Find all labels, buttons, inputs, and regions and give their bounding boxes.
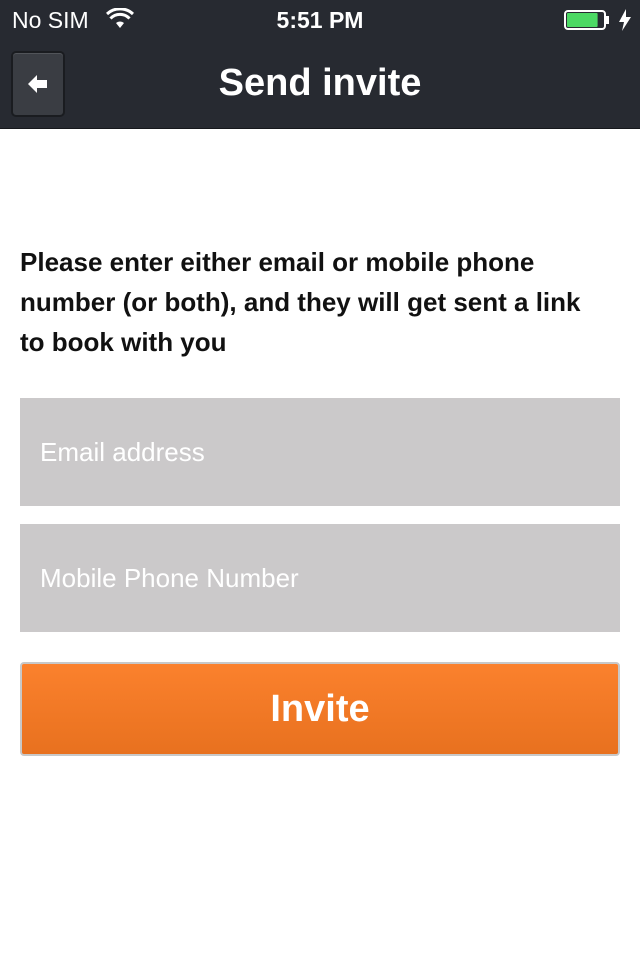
mobile-phone-field[interactable] — [20, 524, 620, 632]
email-field[interactable] — [20, 398, 620, 506]
status-bar: No SIM 5:51 PM — [0, 0, 640, 40]
page-title: Send invite — [218, 62, 422, 104]
top-bar: No SIM 5:51 PM Send invite — [0, 0, 640, 129]
invite-button[interactable]: Invite — [20, 662, 620, 756]
charging-bolt-icon — [619, 9, 631, 31]
battery-icon — [564, 10, 609, 30]
clock: 5:51 PM — [276, 7, 364, 33]
instructions-text: Please enter either email or mobile phon… — [20, 247, 581, 357]
